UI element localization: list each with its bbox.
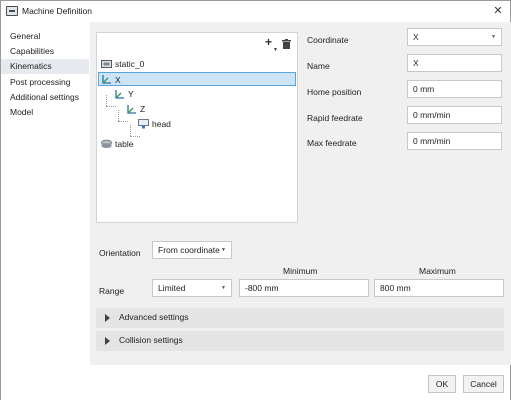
expand-triangle-icon bbox=[105, 314, 110, 322]
tree-connector bbox=[130, 125, 131, 136]
machine-definition-dialog: Machine Definition ✕ General Capabilitie… bbox=[0, 0, 511, 400]
table-icon bbox=[101, 139, 112, 148]
coordinate-value: X bbox=[413, 32, 419, 42]
machine-base-icon bbox=[101, 60, 112, 68]
tree-node-y[interactable]: Y bbox=[114, 87, 174, 101]
chevron-down-icon: ▼ bbox=[491, 34, 496, 40]
orientation-label: Orientation bbox=[99, 248, 141, 258]
range-mode-value: Limited bbox=[158, 283, 186, 293]
window-title: Machine Definition bbox=[22, 6, 92, 16]
maximum-header: Maximum bbox=[419, 266, 456, 276]
chevron-down-icon: ▼ bbox=[221, 247, 226, 253]
sidebar-item-general[interactable]: General bbox=[1, 29, 89, 44]
home-position-label: Home position bbox=[307, 87, 362, 97]
sidebar-item-capabilities[interactable]: Capabilities bbox=[1, 44, 89, 59]
expand-triangle-icon bbox=[105, 337, 110, 345]
tree-node-static-0[interactable]: static_0 bbox=[100, 57, 294, 71]
kinematics-tree: + ▼ static_0 X Y Z head table bbox=[96, 32, 298, 223]
section-title: Collision settings bbox=[119, 335, 183, 345]
coordinate-select[interactable]: X ▼ bbox=[407, 28, 502, 46]
spindle-head-icon bbox=[138, 119, 149, 129]
max-feedrate-field[interactable]: 0 mm/min bbox=[407, 132, 502, 150]
tree-node-label: Z bbox=[140, 104, 146, 114]
plus-icon: + bbox=[265, 35, 273, 49]
max-feedrate-label: Max feedrate bbox=[307, 138, 357, 148]
range-mode-select[interactable]: Limited ▼ bbox=[152, 279, 232, 297]
add-dropdown-caret-icon[interactable]: ▼ bbox=[273, 47, 278, 53]
rapid-feedrate-field[interactable]: 0 mm/min bbox=[407, 106, 502, 124]
sidebar: General Capabilities Kinematics Post pro… bbox=[1, 22, 89, 365]
section-title: Advanced settings bbox=[119, 312, 189, 322]
range-maximum-field[interactable]: 800 mm bbox=[374, 279, 504, 297]
range-minimum-field[interactable]: -800 mm bbox=[239, 279, 369, 297]
tree-connector bbox=[106, 106, 116, 107]
tree-node-label: static_0 bbox=[115, 59, 145, 69]
sidebar-item-kinematics[interactable]: Kinematics bbox=[1, 59, 89, 74]
coordinate-label: Coordinate bbox=[307, 35, 349, 45]
tree-node-label: table bbox=[115, 139, 134, 149]
tree-node-label: X bbox=[115, 75, 121, 85]
cancel-button[interactable]: Cancel bbox=[463, 375, 504, 393]
axis-icon bbox=[127, 105, 136, 114]
close-icon: ✕ bbox=[493, 5, 503, 17]
sidebar-item-model[interactable]: Model bbox=[1, 105, 89, 120]
name-field[interactable]: X bbox=[407, 54, 502, 72]
delete-node-button[interactable] bbox=[282, 39, 291, 49]
tree-node-label: Y bbox=[128, 89, 134, 99]
tree-node-x[interactable]: X bbox=[98, 72, 296, 86]
tree-connector bbox=[118, 121, 128, 122]
sidebar-item-post-processing[interactable]: Post processing bbox=[1, 75, 89, 90]
tree-node-head[interactable]: head bbox=[138, 117, 218, 131]
orientation-select[interactable]: From coordinate ▼ bbox=[152, 241, 232, 259]
home-position-field[interactable]: 0 mm bbox=[407, 80, 502, 98]
advanced-settings-section[interactable]: Advanced settings bbox=[96, 308, 504, 328]
close-button[interactable]: ✕ bbox=[490, 3, 506, 19]
sidebar-item-additional-settings[interactable]: Additional settings bbox=[1, 90, 89, 105]
kinematics-panel: + ▼ static_0 X Y Z head table Coordinate… bbox=[90, 22, 511, 365]
minimum-header: Minimum bbox=[283, 266, 318, 276]
tree-node-label: head bbox=[152, 119, 171, 129]
ok-button[interactable]: OK bbox=[428, 375, 456, 393]
range-label: Range bbox=[99, 286, 125, 296]
trash-icon bbox=[282, 39, 291, 49]
name-label: Name bbox=[307, 61, 330, 71]
title-bar: Machine Definition ✕ bbox=[1, 1, 510, 21]
orientation-value: From coordinate bbox=[158, 245, 220, 255]
collision-settings-section[interactable]: Collision settings bbox=[96, 331, 504, 351]
tree-node-z[interactable]: Z bbox=[126, 102, 186, 116]
tree-node-table[interactable]: table bbox=[100, 137, 200, 151]
tree-connector bbox=[106, 95, 107, 106]
machine-window-icon bbox=[6, 6, 18, 16]
tree-connector bbox=[118, 110, 119, 121]
axis-icon bbox=[115, 90, 124, 99]
dialog-footer: OK Cancel bbox=[1, 365, 510, 400]
chevron-down-icon: ▼ bbox=[221, 285, 226, 291]
rapid-feedrate-label: Rapid feedrate bbox=[307, 113, 363, 123]
axis-icon bbox=[102, 75, 111, 84]
